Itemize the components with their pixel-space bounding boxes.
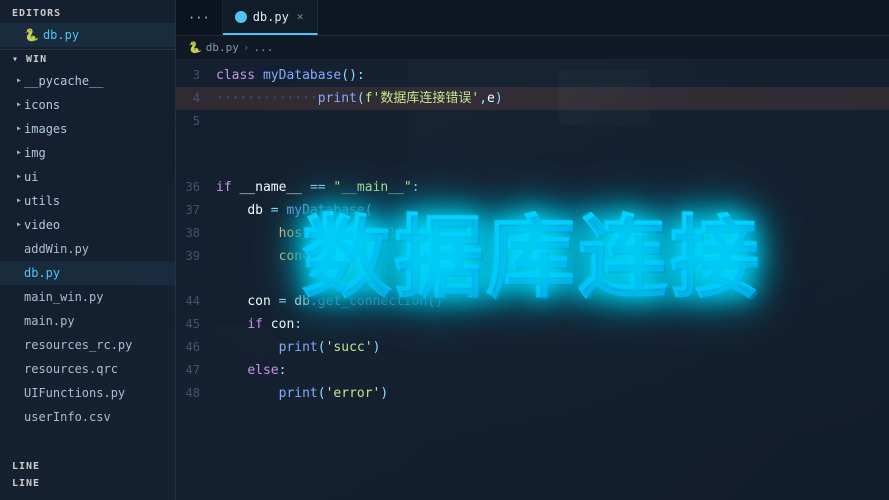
sidebar-folder-ui[interactable]: ui: [0, 165, 175, 189]
code-line-3: 3 class myDatabase():: [176, 64, 889, 87]
code-line-5: 5: [176, 110, 889, 132]
sidebar-folder-pycache[interactable]: __pycache__: [0, 69, 175, 93]
sidebar-folder-icons[interactable]: icons: [0, 93, 175, 117]
code-line-39: 39 con='root': [176, 245, 889, 268]
sidebar-file-main[interactable]: main.py: [0, 309, 175, 333]
tab-ellipsis[interactable]: ···: [176, 0, 223, 35]
code-line-47: 47 else:: [176, 359, 889, 382]
code-line-blank2: [176, 154, 889, 176]
sidebar-folder-images[interactable]: images: [0, 117, 175, 141]
python-breadcrumb-icon: 🐍: [188, 41, 202, 54]
sidebar-folder-img[interactable]: img: [0, 141, 175, 165]
breadcrumb-bar: 🐍 db.py › ...: [176, 36, 889, 60]
code-line-blank3: [176, 268, 889, 290]
sidebar: EDITORS 🐍 db.py ▾ WIN __pycache__ icons …: [0, 0, 176, 500]
tab-close-button[interactable]: ✕: [295, 10, 306, 23]
code-line-37: 37 db = myDatabase(: [176, 199, 889, 222]
breadcrumb-part2: ...: [253, 41, 273, 54]
sidebar-folder-utils[interactable]: utils: [0, 189, 175, 213]
editors-label: EDITORS: [0, 0, 175, 23]
sidebar-win-label: ▾ WIN: [0, 49, 175, 69]
code-line-48: 48 print('error'): [176, 382, 889, 405]
code-editor[interactable]: 3 class myDatabase(): 4 ·············pri…: [176, 60, 889, 500]
python-tab-icon: [235, 11, 247, 23]
sidebar-file-dbpy-editor[interactable]: 🐍 db.py: [0, 23, 175, 47]
code-line-38: 38 host='127.0.0.1',: [176, 222, 889, 245]
breadcrumb-file: db.py: [206, 41, 239, 54]
sidebar-file-userinfo[interactable]: userInfo.csv: [0, 405, 175, 429]
sidebar-file-addwin[interactable]: addWin.py: [0, 237, 175, 261]
code-line-45: 45 if con:: [176, 313, 889, 336]
ide-container: EDITORS 🐍 db.py ▾ WIN __pycache__ icons …: [0, 0, 889, 500]
sidebar-bottom-labels: LINE LINE: [0, 458, 175, 500]
breadcrumb-sep: ›: [243, 41, 250, 54]
sidebar-bottom-line1: LINE: [0, 458, 175, 475]
code-line-46: 46 print('succ'): [176, 336, 889, 359]
sidebar-folder-video[interactable]: video: [0, 213, 175, 237]
code-line-blank1: [176, 132, 889, 154]
code-line-44: 44 con = db.get_connection(): [176, 290, 889, 313]
code-line-4: 4 ·············print(f'数据库连接错误',e): [176, 87, 889, 110]
code-line-36: 36 if __name__ == "__main__":: [176, 176, 889, 199]
sidebar-file-uifunctions[interactable]: UIFunctions.py: [0, 381, 175, 405]
tab-bar: ··· db.py ✕: [176, 0, 889, 36]
sidebar-bottom-line2: LINE: [0, 475, 175, 492]
sidebar-file-resources-qrc[interactable]: resources.qrc: [0, 357, 175, 381]
python-icon: 🐍: [24, 25, 39, 45]
editor-area: ··· db.py ✕ 🐍 db.py › ... 3 class myData…: [176, 0, 889, 500]
sidebar-file-dbpy[interactable]: db.py: [0, 261, 175, 285]
sidebar-file-mainwin[interactable]: main_win.py: [0, 285, 175, 309]
sidebar-file-resources-rc[interactable]: resources_rc.py: [0, 333, 175, 357]
tab-dbpy[interactable]: db.py ✕: [223, 0, 319, 35]
